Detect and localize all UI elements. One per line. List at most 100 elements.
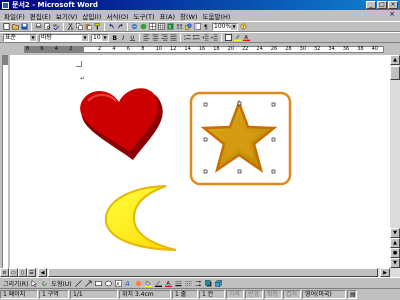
status-overtype-mode[interactable]: 겹쳐: [283, 290, 301, 299]
font-color-icon[interactable]: A: [243, 34, 250, 41]
wordart-icon[interactable]: A: [125, 280, 132, 287]
word-app-icon[interactable]: [2, 1, 9, 9]
autoshapes-menu-button[interactable]: 도형(U): [51, 279, 71, 288]
bullets-icon[interactable]: [193, 34, 200, 41]
highlight-icon[interactable]: [234, 34, 241, 41]
line-color-icon[interactable]: [154, 280, 162, 287]
horizontal-scroll-thumb[interactable]: [48, 268, 378, 277]
select-objects-icon[interactable]: [31, 279, 38, 287]
horizontal-scrollbar[interactable]: ≡ ▭ ▯ ☰ ◀ ▶: [0, 268, 400, 277]
3d-icon[interactable]: [214, 279, 222, 287]
underline-icon[interactable]: U: [129, 34, 136, 41]
scroll-right-button[interactable]: ▶: [380, 268, 390, 277]
increase-indent-icon[interactable]: [211, 34, 218, 41]
menu-window[interactable]: 창(W): [180, 11, 197, 21]
scroll-up-button[interactable]: ▲: [390, 55, 400, 65]
web-toolbar-icon[interactable]: [140, 23, 147, 30]
free-rotate-icon[interactable]: [41, 280, 48, 287]
maximize-button[interactable]: □: [377, 1, 387, 9]
print-layout-button[interactable]: ▯: [18, 268, 27, 277]
chevron-down-icon[interactable]: ▼: [82, 34, 88, 41]
outline-view-button[interactable]: ☰: [27, 268, 36, 277]
hyperlink-icon[interactable]: [131, 23, 138, 30]
align-right-icon[interactable]: [161, 34, 168, 41]
close-button[interactable]: ×: [388, 1, 398, 9]
previous-page-button[interactable]: ▲: [390, 238, 400, 248]
status-record-mode[interactable]: 기록: [226, 290, 244, 299]
open-folder-icon[interactable]: [12, 23, 19, 30]
text-box-icon[interactable]: A: [114, 279, 122, 287]
spelling-icon[interactable]: ab: [53, 23, 60, 30]
chevron-down-icon[interactable]: ▼: [102, 34, 108, 41]
save-icon[interactable]: [21, 23, 28, 30]
scroll-thumb[interactable]: [390, 66, 400, 80]
decrease-indent-icon[interactable]: [202, 34, 209, 41]
vertical-ruler[interactable]: [0, 55, 10, 268]
menu-tools[interactable]: 도구(T): [134, 11, 155, 21]
align-left-icon[interactable]: [143, 34, 150, 41]
select-browse-object-button[interactable]: ●: [390, 248, 400, 258]
clipart-icon[interactable]: [135, 280, 142, 287]
justify-icon[interactable]: [170, 34, 177, 41]
oval-icon[interactable]: [104, 280, 112, 287]
font-size-select[interactable]: 10 ▼: [91, 33, 109, 42]
shadow-icon[interactable]: [204, 279, 212, 287]
italic-icon[interactable]: I: [120, 34, 127, 41]
numbering-icon[interactable]: 12: [184, 34, 191, 41]
tables-borders-icon[interactable]: [149, 23, 156, 30]
undo-icon[interactable]: [108, 23, 115, 30]
dash-style-icon[interactable]: [184, 280, 192, 287]
paste-icon[interactable]: [85, 23, 92, 30]
chevron-down-icon[interactable]: ▼: [231, 23, 237, 30]
menu-format[interactable]: 서식(O): [106, 11, 128, 21]
bold-icon[interactable]: B: [111, 34, 118, 41]
show-hide-icon[interactable]: ¶: [203, 23, 210, 30]
menu-help[interactable]: 도움말(H): [203, 11, 231, 21]
minimize-button[interactable]: _: [366, 1, 376, 9]
style-select[interactable]: 표준 ▼: [3, 33, 37, 42]
menu-table[interactable]: 표(A): [160, 11, 176, 21]
vertical-scrollbar[interactable]: ▲ ▼ ▲ ● ▼: [390, 55, 400, 268]
document-canvas[interactable]: ↵: [10, 55, 390, 268]
cut-icon[interactable]: [67, 23, 74, 30]
web-layout-button[interactable]: ▭: [9, 268, 18, 277]
zoom-select[interactable]: 100% ▼: [212, 22, 238, 31]
rectangle-icon[interactable]: [94, 280, 102, 287]
status-book-icon[interactable]: ▤: [347, 290, 357, 299]
line-style-icon[interactable]: [174, 280, 182, 287]
align-center-icon[interactable]: [152, 34, 159, 41]
horizontal-ruler[interactable]: 8 6 4 2 2 4 6 8 10 12 14 16 18 20 22 24 26 28 30 32 34 36 38 40: [0, 43, 400, 55]
insert-table-icon[interactable]: [158, 23, 165, 30]
arrow-style-icon[interactable]: [194, 280, 202, 287]
font-color-draw-icon[interactable]: A: [164, 280, 172, 287]
print-icon[interactable]: [35, 23, 42, 30]
outside-border-icon[interactable]: [225, 34, 232, 41]
arrow-icon[interactable]: [84, 280, 92, 287]
chevron-down-icon[interactable]: ▼: [30, 34, 36, 41]
redo-icon[interactable]: [117, 23, 124, 30]
font-select[interactable]: 바탕 ▼: [39, 33, 89, 42]
office-assistant-icon[interactable]: ?: [240, 23, 247, 30]
menu-file[interactable]: 파일(F): [4, 11, 25, 21]
document-close-button[interactable]: ×: [388, 11, 396, 19]
fill-color-icon[interactable]: [144, 280, 152, 287]
new-document-icon[interactable]: [3, 23, 10, 30]
status-track-changes[interactable]: 변경: [245, 290, 263, 299]
draw-menu-button[interactable]: 그리기(R): [3, 279, 28, 288]
heart-shape[interactable]: [80, 88, 163, 160]
moon-shape[interactable]: [104, 185, 177, 251]
normal-view-button[interactable]: ≡: [0, 268, 9, 277]
star-shape[interactable]: [189, 91, 292, 186]
print-preview-icon[interactable]: [44, 23, 51, 30]
document-map-icon[interactable]: [194, 23, 201, 30]
next-page-button[interactable]: ▼: [390, 258, 400, 268]
copy-icon[interactable]: [76, 23, 83, 30]
menu-insert[interactable]: 삽입(I): [82, 11, 101, 21]
scroll-left-button[interactable]: ◀: [38, 268, 47, 277]
line-icon[interactable]: [74, 279, 82, 287]
insert-excel-icon[interactable]: X: [167, 23, 174, 30]
scroll-down-button[interactable]: ▼: [390, 228, 400, 238]
menu-edit[interactable]: 편집(E): [30, 11, 51, 21]
drawing-icon[interactable]: [185, 23, 192, 30]
columns-icon[interactable]: [176, 23, 183, 30]
